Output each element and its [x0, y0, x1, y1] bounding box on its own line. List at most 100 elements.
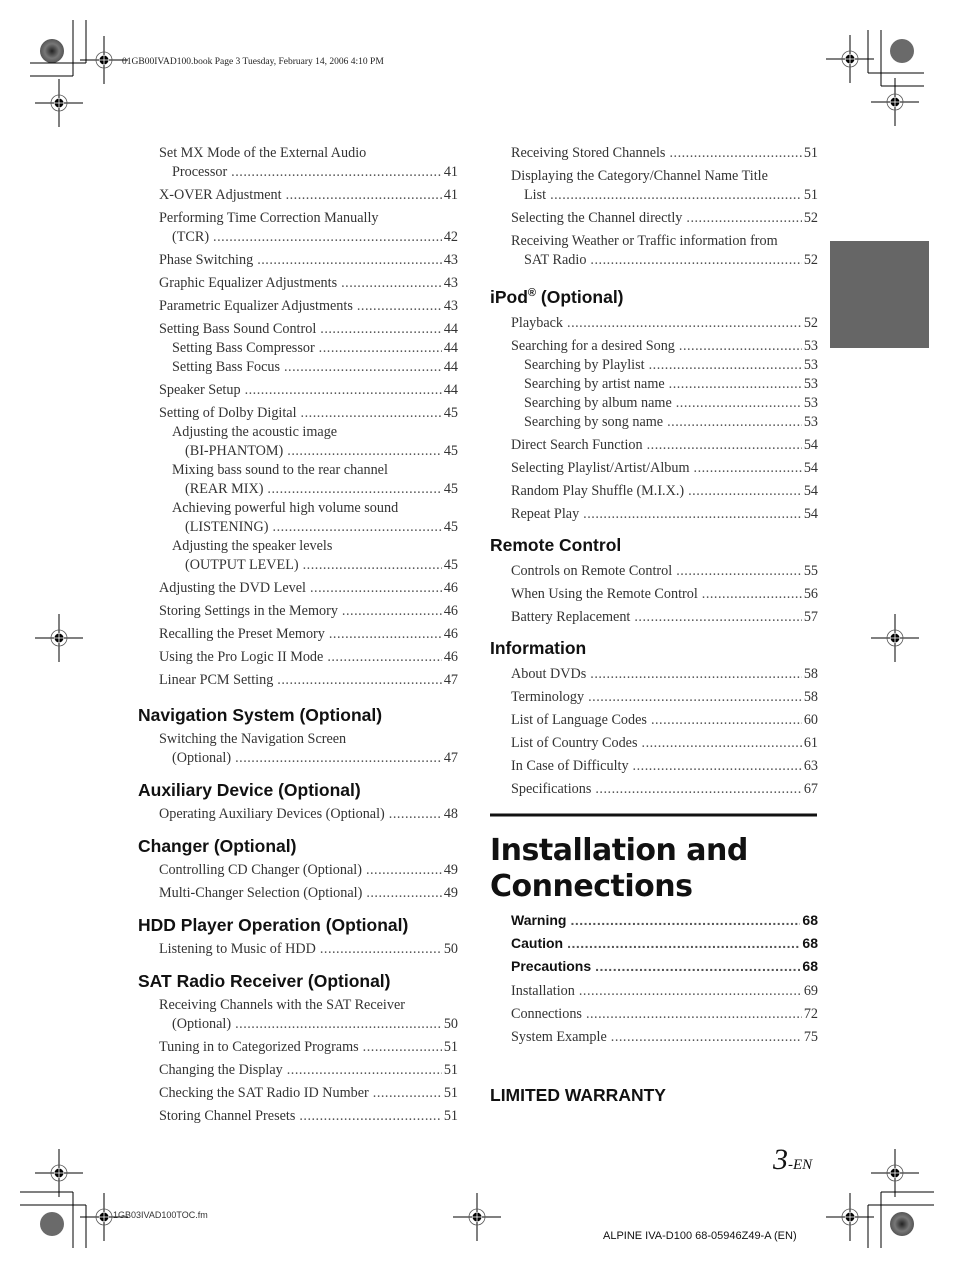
- toc-entry-precautions[interactable]: Precautions68: [490, 957, 818, 976]
- chapter-title[interactable]: Installation and Connections: [490, 833, 818, 905]
- toc-entry[interactable]: Switching the Navigation Screen (Optiona…: [138, 730, 458, 768]
- toc-entry[interactable]: In Case of Difficulty63: [490, 757, 818, 776]
- page-number: 46: [443, 580, 458, 596]
- section-heading-navigation[interactable]: Navigation System (Optional): [138, 704, 458, 726]
- page-number: 58: [803, 665, 818, 682]
- section-heading-hdd[interactable]: HDD Player Operation (Optional): [138, 914, 458, 936]
- toc-entry[interactable]: Operating Auxiliary Devices (Optional)48: [138, 805, 458, 824]
- toc-entry[interactable]: Specifications67: [490, 780, 818, 799]
- toc-entry[interactable]: Receiving Stored Channels51: [490, 144, 818, 163]
- crosshair-icon: [825, 1192, 875, 1242]
- chapter-thumb-tab: [830, 241, 929, 348]
- toc-entry[interactable]: Phase Switching43: [138, 251, 458, 270]
- toc-entry[interactable]: Repeat Play54: [490, 505, 818, 524]
- page-number: 51: [443, 1039, 458, 1055]
- crosshair-icon: [870, 1148, 920, 1198]
- page-number: 50: [443, 941, 458, 957]
- toc-entry[interactable]: X-OVER Adjustment41: [138, 186, 458, 205]
- toc-entry[interactable]: List of Country Codes61: [490, 734, 818, 753]
- page-number-footer: 3-EN: [773, 1143, 813, 1176]
- toc-entry[interactable]: Receiving Channels with the SAT Receiver…: [138, 996, 458, 1034]
- toc-entry[interactable]: Adjusting the DVD Level46: [138, 579, 458, 598]
- toc-subentry[interactable]: Searching by album name53: [490, 394, 818, 413]
- toc-entry-warning[interactable]: Warning68: [490, 911, 818, 930]
- section-heading-changer[interactable]: Changer (Optional): [138, 835, 458, 857]
- toc-entry[interactable]: Terminology58: [490, 688, 818, 707]
- page-number: 56: [803, 585, 818, 602]
- page-number: 48: [443, 806, 458, 822]
- page-number: 44: [443, 382, 458, 398]
- toc-entry[interactable]: Listening to Music of HDD50: [138, 940, 458, 959]
- toc-entry[interactable]: Performing Time Correction Manually (TCR…: [138, 209, 458, 247]
- toc-subentry[interactable]: Adjusting the acoustic image (BI-PHANTOM…: [138, 423, 458, 461]
- page-number: 53: [803, 394, 818, 411]
- page-number: 57: [803, 608, 818, 625]
- toc-subentry[interactable]: Achieving powerful high volume sound (LI…: [138, 499, 458, 537]
- page-number: 42: [443, 229, 458, 245]
- toc-entry[interactable]: Set MX Mode of the External Audio Proces…: [138, 144, 458, 182]
- section-heading-information[interactable]: Information: [490, 637, 818, 659]
- page-number: 43: [443, 252, 458, 268]
- page-number: 60: [803, 711, 818, 728]
- toc-entry[interactable]: Tuning in to Categorized Programs51: [138, 1038, 458, 1057]
- toc-entry[interactable]: Checking the SAT Radio ID Number51: [138, 1084, 458, 1103]
- toc-entry[interactable]: Controls on Remote Control55: [490, 562, 818, 581]
- crosshair-icon: [825, 34, 875, 84]
- toc-subentry[interactable]: Searching by artist name53: [490, 375, 818, 394]
- toc-entry[interactable]: System Example75: [490, 1028, 818, 1047]
- toc-subentry[interactable]: Adjusting the speaker levels (OUTPUT LEV…: [138, 537, 458, 575]
- toc-entry[interactable]: Playback52: [490, 314, 818, 333]
- toc-entry-caution[interactable]: Caution68: [490, 934, 818, 953]
- page-number: 45: [443, 481, 458, 497]
- toc-subentry[interactable]: Searching by song name53: [490, 413, 818, 432]
- toc-entry[interactable]: Random Play Shuffle (M.I.X.)54: [490, 482, 818, 501]
- section-heading-auxiliary[interactable]: Auxiliary Device (Optional): [138, 779, 458, 801]
- toc-entry[interactable]: Setting of Dolby Digital45: [138, 404, 458, 423]
- crosshair-icon: [452, 1192, 502, 1242]
- toc-entry[interactable]: Speaker Setup44: [138, 381, 458, 400]
- toc-entry[interactable]: Using the Pro Logic II Mode46: [138, 648, 458, 667]
- page-number: 54: [803, 482, 818, 499]
- page-number: 49: [443, 862, 458, 878]
- toc-entry[interactable]: About DVDs58: [490, 665, 818, 684]
- toc-entry[interactable]: Battery Replacement57: [490, 608, 818, 627]
- page-number: 53: [803, 337, 818, 354]
- toc-entry[interactable]: Selecting Playlist/Artist/Album54: [490, 459, 818, 478]
- toc-entry[interactable]: Parametric Equalizer Adjustments43: [138, 297, 458, 316]
- toc-continued-list: Set MX Mode of the External Audio Proces…: [138, 144, 458, 690]
- toc-entry[interactable]: Direct Search Function54: [490, 436, 818, 455]
- page-number: 67: [803, 780, 818, 797]
- page-number: 68: [802, 957, 818, 974]
- toc-entry[interactable]: Installation69: [490, 982, 818, 1001]
- toc-entry[interactable]: Storing Settings in the Memory46: [138, 602, 458, 621]
- section-heading-limited-warranty[interactable]: LIMITED WARRANTY: [490, 1084, 818, 1106]
- toc-entry[interactable]: When Using the Remote Control56: [490, 585, 818, 604]
- toc-entry[interactable]: Recalling the Preset Memory46: [138, 625, 458, 644]
- toc-entry[interactable]: Graphic Equalizer Adjustments43: [138, 274, 458, 293]
- toc-subentry[interactable]: Setting Bass Compressor44: [138, 339, 458, 358]
- toc-entry[interactable]: Linear PCM Setting47: [138, 671, 458, 690]
- toc-entry[interactable]: Receiving Weather or Traffic information…: [490, 232, 818, 270]
- section-heading-sat-radio[interactable]: SAT Radio Receiver (Optional): [138, 970, 458, 992]
- page-number: 51: [443, 1062, 458, 1078]
- toc-entry[interactable]: Storing Channel Presets51: [138, 1107, 458, 1126]
- toc-entry[interactable]: Controlling CD Changer (Optional)49: [138, 861, 458, 880]
- toc-subentry[interactable]: Mixing bass sound to the rear channel (R…: [138, 461, 458, 499]
- section-heading-ipod[interactable]: iPod® (Optional): [490, 282, 818, 308]
- toc-entry[interactable]: Changing the Display51: [138, 1061, 458, 1080]
- toc-entry[interactable]: Setting Bass Sound Control44: [138, 320, 458, 339]
- page-number: 44: [443, 321, 458, 337]
- toc-entry[interactable]: Selecting the Channel directly52: [490, 209, 818, 228]
- toc-entry[interactable]: List of Language Codes60: [490, 711, 818, 730]
- page-number: 45: [443, 519, 458, 535]
- toc-entry[interactable]: Searching for a desired Song53: [490, 337, 818, 356]
- page-number: 63: [803, 757, 818, 774]
- page-number: 45: [443, 557, 458, 573]
- crosshair-icon: [79, 35, 129, 85]
- toc-entry[interactable]: Connections72: [490, 1005, 818, 1024]
- toc-entry[interactable]: Multi-Changer Selection (Optional)49: [138, 884, 458, 903]
- toc-entry[interactable]: Displaying the Category/Channel Name Tit…: [490, 167, 818, 205]
- toc-subentry[interactable]: Setting Bass Focus44: [138, 358, 458, 377]
- section-heading-remote-control[interactable]: Remote Control: [490, 534, 818, 556]
- toc-subentry[interactable]: Searching by Playlist53: [490, 356, 818, 375]
